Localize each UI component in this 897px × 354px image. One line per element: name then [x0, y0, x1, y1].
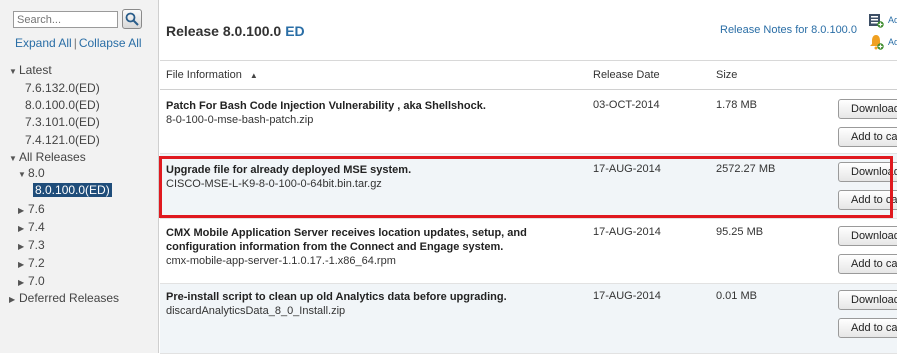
tree-node-label: Deferred Releases — [19, 291, 120, 305]
table-header: File Information ▲ Release Date Size — [160, 61, 897, 90]
file-title: Patch For Bash Code Injection Vulnerabil… — [166, 100, 486, 112]
file-description: Pre-install script to clean up old Analy… — [166, 290, 586, 318]
download-button[interactable]: Download — [838, 290, 897, 310]
file-title: Upgrade file for already deployed MSE sy… — [166, 164, 412, 176]
tree-node-release[interactable]: 7.6.132.0(ED) — [25, 80, 100, 97]
collapse-all-link[interactable]: Collapse All — [79, 36, 142, 50]
release-date: 17-AUG-2014 — [593, 226, 661, 238]
tree-node-label: 8.0.100.0(ED) — [25, 98, 100, 112]
add-to-cart-button[interactable]: Add to cart — [838, 190, 897, 210]
main-panel: Release 8.0.100.0 ED Release Notes for 8.… — [160, 0, 897, 354]
tree-node-label: 8.0 — [28, 166, 45, 180]
table-row: Pre-install script to clean up old Analy… — [160, 284, 897, 354]
tree-node-release[interactable]: 7.4.121.0(ED) — [25, 132, 100, 149]
side-action-label[interactable]: Ad — [888, 15, 897, 25]
expand-toggle-icon[interactable]: ▶ — [18, 220, 28, 237]
file-name: cmx-mobile-app-server-1.1.0.17.-1.x86_64… — [166, 255, 396, 267]
download-button[interactable]: Download — [838, 226, 897, 246]
release-type-badge: ED — [285, 23, 305, 39]
search-icon — [125, 12, 139, 26]
file-title: Pre-install script to clean up old Analy… — [166, 291, 507, 303]
column-header-date: Release Date — [593, 69, 660, 81]
expand-toggle-icon[interactable]: ▶ — [18, 256, 28, 273]
expand-toggle-icon[interactable]: ▶ — [18, 202, 28, 219]
file-title: CMX Mobile Application Server receives l… — [166, 227, 527, 253]
tree-node-label: 7.4.121.0(ED) — [25, 133, 100, 147]
sidebar: Expand All|Collapse All ▼Latest 7.6.132.… — [0, 0, 159, 353]
tree-node-all-releases[interactable]: ▼ All Releases — [9, 149, 86, 166]
file-size: 1.78 MB — [716, 99, 757, 111]
release-date: 17-AUG-2014 — [593, 290, 661, 302]
file-description: Upgrade file for already deployed MSE sy… — [166, 163, 586, 191]
file-size: 2572.27 MB — [716, 163, 776, 175]
link-separator: | — [73, 36, 77, 50]
file-name: CISCO-MSE-L-K9-8-0-100-0-64bit.bin.tar.g… — [166, 178, 382, 190]
tree-node-latest[interactable]: ▼ Latest — [9, 62, 52, 79]
tree-node-label: 8.0.100.0(ED) — [33, 183, 112, 197]
expand-toggle-icon[interactable]: ▼ — [9, 63, 19, 80]
expand-toggle-icon[interactable]: ▼ — [18, 166, 28, 183]
add-to-cart-button[interactable]: Add to cart — [838, 127, 897, 147]
table-row: Upgrade file for already deployed MSE sy… — [160, 154, 897, 219]
tree-node-label: 7.3 — [28, 238, 45, 252]
tree-node-label: 7.6.132.0(ED) — [25, 81, 100, 95]
tree-node-release[interactable]: 7.3.101.0(ED) — [25, 114, 100, 131]
tree-node-7-2[interactable]: ▶ 7.2 — [18, 255, 45, 272]
file-size: 0.01 MB — [716, 290, 757, 302]
page-title: Release 8.0.100.0 ED — [166, 23, 305, 39]
add-to-list-icon[interactable] — [868, 12, 884, 28]
expand-toggle-icon[interactable]: ▶ — [9, 291, 19, 308]
column-header-file[interactable]: File Information ▲ — [166, 69, 258, 81]
file-name: discardAnalyticsData_8_0_Install.zip — [166, 305, 346, 317]
tree-node-label: 7.4 — [28, 220, 45, 234]
column-header-size: Size — [716, 69, 738, 81]
add-to-cart-button[interactable]: Add to cart — [838, 318, 897, 338]
add-alert-icon[interactable] — [868, 34, 884, 50]
add-to-cart-button[interactable]: Add to cart — [838, 254, 897, 274]
tree-node-7-3[interactable]: ▶ 7.3 — [18, 237, 45, 254]
tree-node-label: 7.3.101.0(ED) — [25, 115, 100, 129]
file-description: CMX Mobile Application Server receives l… — [166, 226, 586, 268]
release-title-text: Release 8.0.100.0 — [166, 23, 282, 39]
tree-node-7-0[interactable]: ▶ 7.0 — [18, 273, 45, 290]
tree-node-release[interactable]: 8.0.100.0(ED) — [25, 97, 100, 114]
tree-node-7-4[interactable]: ▶ 7.4 — [18, 219, 45, 236]
file-size: 95.25 MB — [716, 226, 764, 238]
table-row: CMX Mobile Application Server receives l… — [160, 219, 897, 284]
tree-node-label: All Releases — [19, 150, 86, 164]
tree-node-label: 7.2 — [28, 256, 45, 270]
tree-node-deferred[interactable]: ▶ Deferred Releases — [9, 290, 119, 307]
expand-toggle-icon[interactable]: ▶ — [18, 238, 28, 255]
tree-node-8-0[interactable]: ▼ 8.0 — [18, 165, 45, 182]
column-header-label: File Information — [166, 69, 242, 81]
expand-toggle-icon[interactable]: ▶ — [18, 274, 28, 291]
download-button[interactable]: Download — [838, 162, 897, 182]
file-description: Patch For Bash Code Injection Vulnerabil… — [166, 99, 586, 127]
expand-collapse-links: Expand All | Collapse All — [15, 36, 142, 50]
file-name: 8-0-100-0-mse-bash-patch.zip — [166, 114, 314, 126]
download-button[interactable]: Download — [838, 99, 897, 119]
release-header: Release 8.0.100.0 ED Release Notes for 8.… — [160, 0, 897, 61]
tree-node-label: Latest — [19, 63, 52, 77]
release-date: 17-AUG-2014 — [593, 163, 661, 175]
tree-node-7-6[interactable]: ▶ 7.6 — [18, 201, 45, 218]
tree-node-label: 7.0 — [28, 274, 45, 288]
table-row: Patch For Bash Code Injection Vulnerabil… — [160, 90, 897, 154]
tree-node-selected-release[interactable]: 8.0.100.0(ED) — [33, 182, 112, 199]
expand-all-link[interactable]: Expand All — [15, 36, 72, 50]
search-input[interactable] — [13, 11, 118, 28]
release-date: 03-OCT-2014 — [593, 99, 660, 111]
side-action-label[interactable]: Ad — [888, 37, 897, 47]
sort-ascending-icon[interactable]: ▲ — [250, 71, 258, 80]
release-notes-link[interactable]: Release Notes for 8.0.100.0 — [720, 24, 857, 36]
search-button[interactable] — [122, 9, 142, 29]
tree-node-label: 7.6 — [28, 202, 45, 216]
